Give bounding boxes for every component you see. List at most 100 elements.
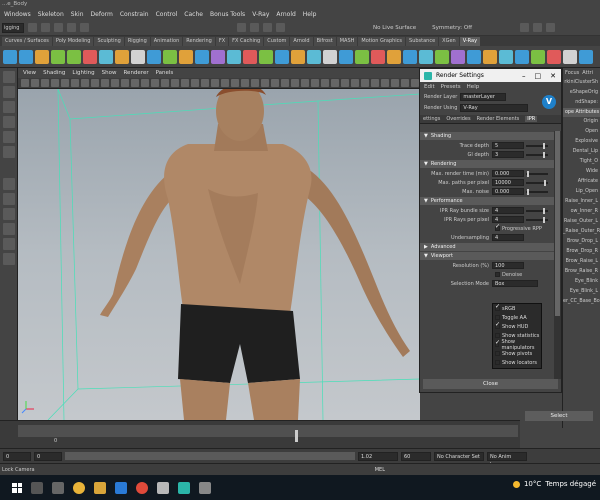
rs-menu-help[interactable]: Help: [467, 84, 480, 90]
channel-row[interactable]: Dental_Lip: [563, 147, 600, 157]
channel-row[interactable]: Open: [563, 127, 600, 137]
shelf-tool-icon[interactable]: [483, 49, 497, 64]
slider-knob[interactable]: [543, 142, 545, 149]
viewport-tool-icon[interactable]: [381, 79, 389, 87]
channel-row[interactable]: Eye_Blink_L: [563, 287, 600, 297]
shelf-tool-icon[interactable]: [291, 49, 305, 64]
rs-menu-edit[interactable]: Edit: [424, 84, 435, 90]
playback-start-field[interactable]: 0: [34, 451, 62, 461]
field-value[interactable]: 4: [492, 216, 524, 223]
viewport-option-item[interactable]: Show manipulators: [493, 339, 541, 351]
viewport-tool-icon[interactable]: [281, 79, 289, 87]
viewport-tool-icon[interactable]: [121, 79, 129, 87]
shelf-tab-v-ray[interactable]: V-Ray: [459, 37, 481, 46]
mel-label[interactable]: MEL: [375, 467, 385, 473]
field-slider[interactable]: [526, 142, 548, 149]
minimize-icon[interactable]: –: [522, 72, 526, 80]
menu-v-ray[interactable]: V-Ray: [252, 11, 269, 18]
field-value[interactable]: 0.000: [492, 188, 524, 195]
option-checkbox[interactable]: [495, 321, 500, 329]
time-slider-cursor[interactable]: [295, 430, 298, 442]
shelf-tab-curves-surfaces[interactable]: Curves / Surfaces: [2, 37, 52, 46]
shelf-tool-icon[interactable]: [35, 49, 49, 64]
section-performance-header[interactable]: ▼ Performance: [420, 197, 554, 205]
slider-knob[interactable]: [543, 207, 545, 214]
option-checkbox[interactable]: [495, 315, 500, 320]
shelf-tool-icon[interactable]: [467, 49, 481, 64]
shelf-tab-xgen[interactable]: XGen: [439, 37, 459, 46]
progressive-rpp-row[interactable]: Progressive RPP: [420, 223, 554, 233]
shelf-tool-icon[interactable]: [179, 49, 193, 64]
layout-graph-icon[interactable]: [3, 238, 15, 250]
selection-mode-dropdown[interactable]: Box: [492, 280, 538, 287]
maya-taskbar-icon[interactable]: [178, 481, 190, 494]
viewport-tool-icon[interactable]: [211, 79, 219, 87]
channel-row[interactable]: Affricate: [563, 177, 600, 187]
viewport-tool-icon[interactable]: [31, 79, 39, 87]
section-shading-header[interactable]: ▼ Shading: [420, 132, 554, 140]
rs-tab-ipr[interactable]: IPR: [525, 116, 538, 122]
viewport-tool-icon[interactable]: [141, 79, 149, 87]
viewport-tool-icon[interactable]: [191, 79, 199, 87]
shelf-tool-icon[interactable]: [275, 49, 289, 64]
field-value[interactable]: 10000: [492, 179, 524, 186]
slider-knob[interactable]: [543, 216, 545, 223]
channel-row[interactable]: er_CC_Base_Bo: [563, 297, 600, 307]
render-layer-dropdown[interactable]: masterLayer: [460, 92, 507, 101]
maximize-icon[interactable]: □: [535, 72, 542, 80]
progressive-rpp-checkbox[interactable]: [495, 223, 500, 231]
field-value[interactable]: 5: [492, 142, 524, 149]
shelf-tool-icon[interactable]: [19, 49, 33, 64]
layout-outliner-icon[interactable]: [3, 223, 15, 235]
rs-menu-presets[interactable]: Presets: [441, 84, 461, 90]
slider-knob[interactable]: [527, 188, 529, 195]
field-slider[interactable]: [526, 151, 548, 158]
viewport-tool-icon[interactable]: [321, 79, 329, 87]
app-red-icon[interactable]: [136, 481, 148, 494]
viewport-option-item[interactable]: Toggle AA: [493, 313, 541, 322]
viewport-tool-icon[interactable]: [311, 79, 319, 87]
channel-tab-attri[interactable]: Attri: [582, 70, 593, 76]
viewport-tool-icon[interactable]: [51, 79, 59, 87]
shelf-tool-icon[interactable]: [419, 49, 433, 64]
menu-deform[interactable]: Deform: [91, 11, 113, 18]
menu-constrain[interactable]: Constrain: [120, 11, 149, 18]
viewport-tool-icon[interactable]: [41, 79, 49, 87]
slider-knob[interactable]: [544, 179, 546, 186]
denoise-row[interactable]: Denoise: [420, 270, 554, 279]
viewport-tool-icon[interactable]: [301, 79, 309, 87]
render-settings-icon[interactable]: [546, 23, 556, 32]
shelf-tool-icon[interactable]: [371, 49, 385, 64]
range-bar[interactable]: [65, 452, 355, 460]
app-misc-icon[interactable]: [199, 481, 211, 494]
shelf-tool-icon[interactable]: [227, 49, 241, 64]
viewport-tool-icon[interactable]: [291, 79, 299, 87]
shelf-tab-rigging[interactable]: Rigging: [124, 37, 150, 46]
layout-single-icon[interactable]: [3, 178, 15, 190]
playback-end-field[interactable]: 1.02: [358, 451, 398, 461]
option-checkbox[interactable]: [495, 360, 500, 365]
menu-help[interactable]: Help: [303, 11, 317, 18]
field-slider[interactable]: [526, 207, 548, 214]
shelf-tool-icon[interactable]: [115, 49, 129, 64]
start-time-field[interactable]: 0: [3, 451, 31, 461]
paint-select-icon[interactable]: [3, 101, 15, 113]
layout-side-icon[interactable]: [3, 208, 15, 220]
denoise-checkbox[interactable]: [495, 272, 500, 277]
channel-row[interactable]: Raise_Inner_L: [563, 197, 600, 207]
shelf-tool-icon[interactable]: [67, 49, 81, 64]
shelf-tool-icon[interactable]: [3, 49, 17, 64]
shelf-tool-icon[interactable]: [99, 49, 113, 64]
option-checkbox[interactable]: [495, 339, 501, 347]
rs-tab-ettings[interactable]: ettings: [423, 116, 440, 122]
undo-icon[interactable]: [67, 23, 76, 32]
channel-row[interactable]: ndShape:: [563, 98, 600, 108]
viewport-tool-icon[interactable]: [251, 79, 259, 87]
viewport-option-item[interactable]: sRGB: [493, 303, 541, 313]
layout-four-icon[interactable]: [3, 193, 15, 205]
shelf-tool-icon[interactable]: [131, 49, 145, 64]
viewport-tool-icon[interactable]: [71, 79, 79, 87]
new-scene-icon[interactable]: [28, 23, 37, 32]
snap-view-icon[interactable]: [276, 23, 285, 32]
undersampling-field[interactable]: 4: [492, 234, 524, 241]
